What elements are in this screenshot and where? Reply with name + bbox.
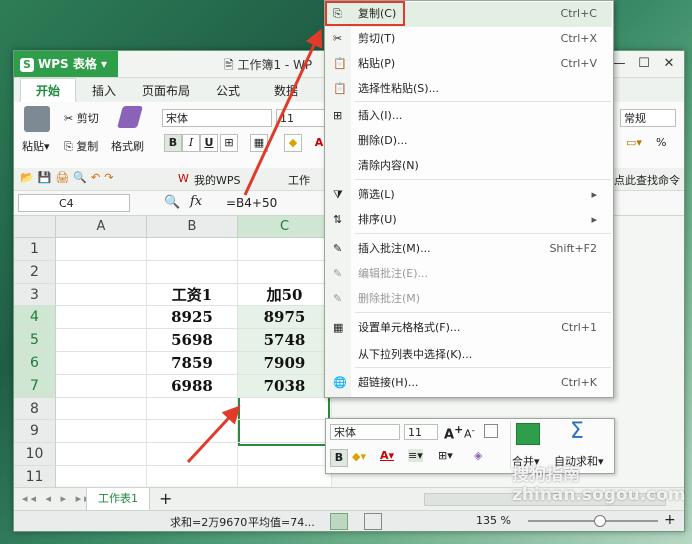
watermark: 搜狗指南 zhinan.sogou.com <box>512 465 686 505</box>
arrow-to-selection <box>186 405 241 464</box>
arrow-to-copy <box>243 28 323 196</box>
